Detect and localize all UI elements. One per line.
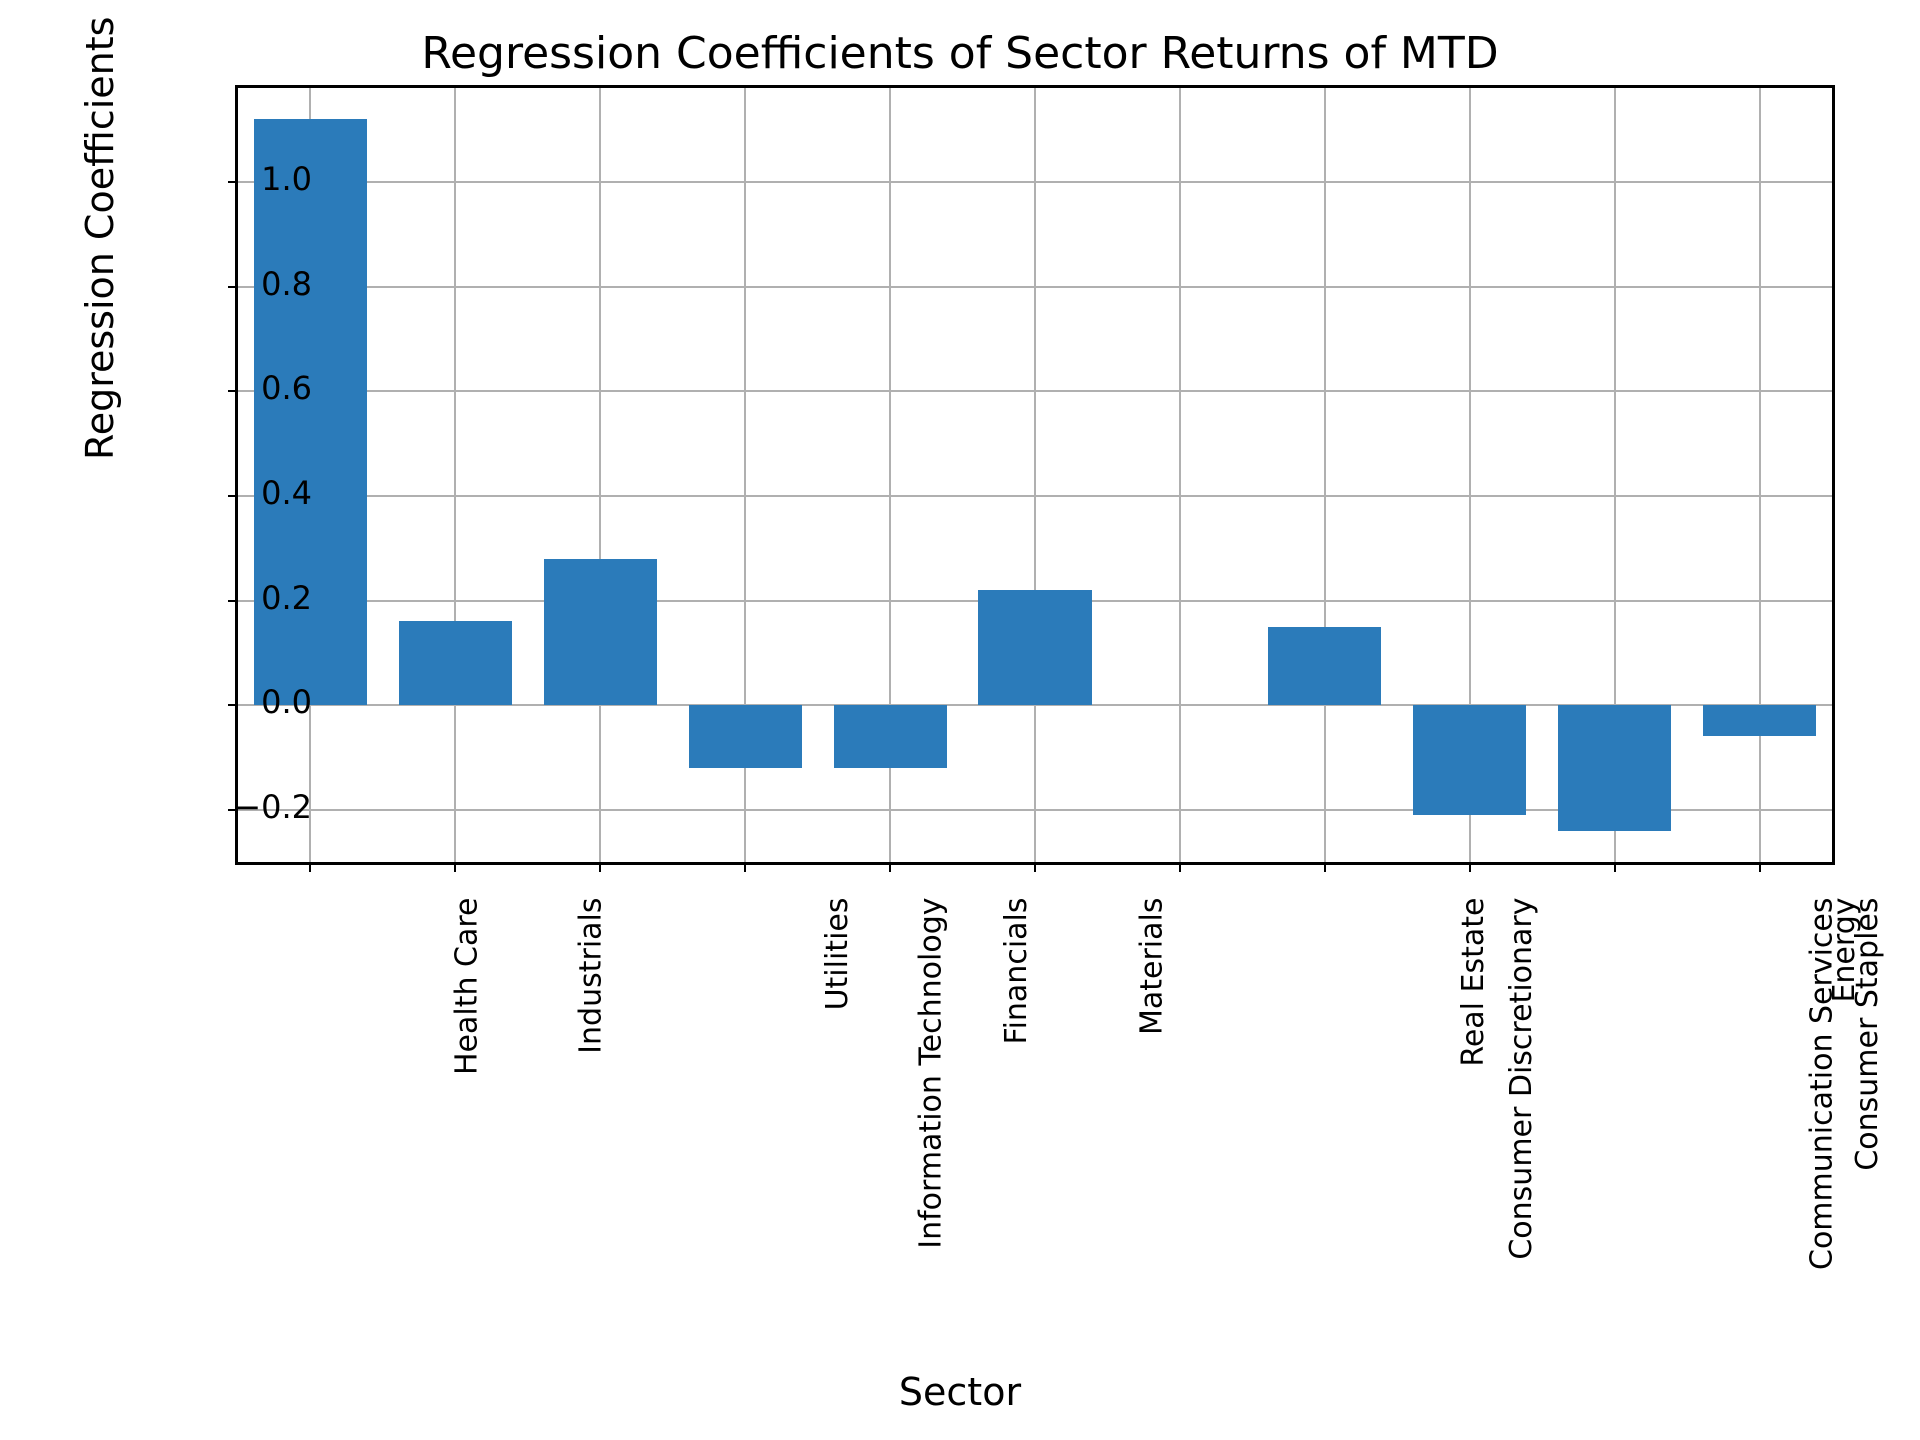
bar [544, 559, 657, 705]
x-tick-label: Consumer Discretionary [1504, 898, 1539, 1260]
grid-line-vertical [1759, 88, 1761, 862]
bar [254, 119, 367, 705]
bar [689, 705, 802, 768]
x-tick-mark [454, 862, 456, 872]
x-axis-label: Sector [0, 1370, 1920, 1414]
grid-line-vertical [1324, 88, 1326, 862]
y-tick-label: 0.4 [112, 474, 312, 512]
x-tick-mark [889, 862, 891, 872]
y-tick-label: −0.2 [112, 788, 312, 826]
bar [978, 590, 1091, 705]
x-tick-mark [1614, 862, 1616, 872]
bar [1558, 705, 1671, 831]
x-tick-label: Utilities [820, 898, 855, 1011]
chart-title: Regression Coefficients of Sector Return… [0, 28, 1920, 79]
grid-line-vertical [454, 88, 456, 862]
x-tick-mark [1324, 862, 1326, 872]
x-tick-mark [309, 862, 311, 872]
grid-line-vertical [599, 88, 601, 862]
x-tick-label: Real Estate [1456, 898, 1491, 1067]
x-tick-mark [744, 862, 746, 872]
y-tick-label: 0.2 [112, 579, 312, 617]
x-tick-mark [1759, 862, 1761, 872]
bar [1268, 627, 1381, 705]
bar [834, 705, 947, 768]
grid-line-vertical [1179, 88, 1181, 862]
x-tick-label: Health Care [450, 898, 485, 1076]
x-tick-mark [1469, 862, 1471, 872]
y-tick-label: 1.0 [112, 160, 312, 198]
x-tick-mark [599, 862, 601, 872]
x-tick-label: Materials [1135, 898, 1170, 1036]
x-tick-label: Energy [1827, 898, 1862, 1003]
x-tick-mark [1034, 862, 1036, 872]
y-tick-label: 0.6 [112, 369, 312, 407]
x-tick-label: Industrials [574, 898, 609, 1054]
plot-area [235, 85, 1835, 865]
bar [399, 621, 512, 705]
bar [1413, 705, 1526, 815]
y-tick-label: 0.0 [112, 683, 312, 721]
y-tick-label: 0.8 [112, 265, 312, 303]
bar [1703, 705, 1816, 736]
x-tick-label: Information Technology [914, 898, 949, 1249]
grid-line-vertical [1034, 88, 1036, 862]
x-tick-mark [1179, 862, 1181, 872]
chart-container: Regression Coefficients of Sector Return… [0, 0, 1920, 1440]
x-tick-label: Financials [999, 898, 1034, 1045]
